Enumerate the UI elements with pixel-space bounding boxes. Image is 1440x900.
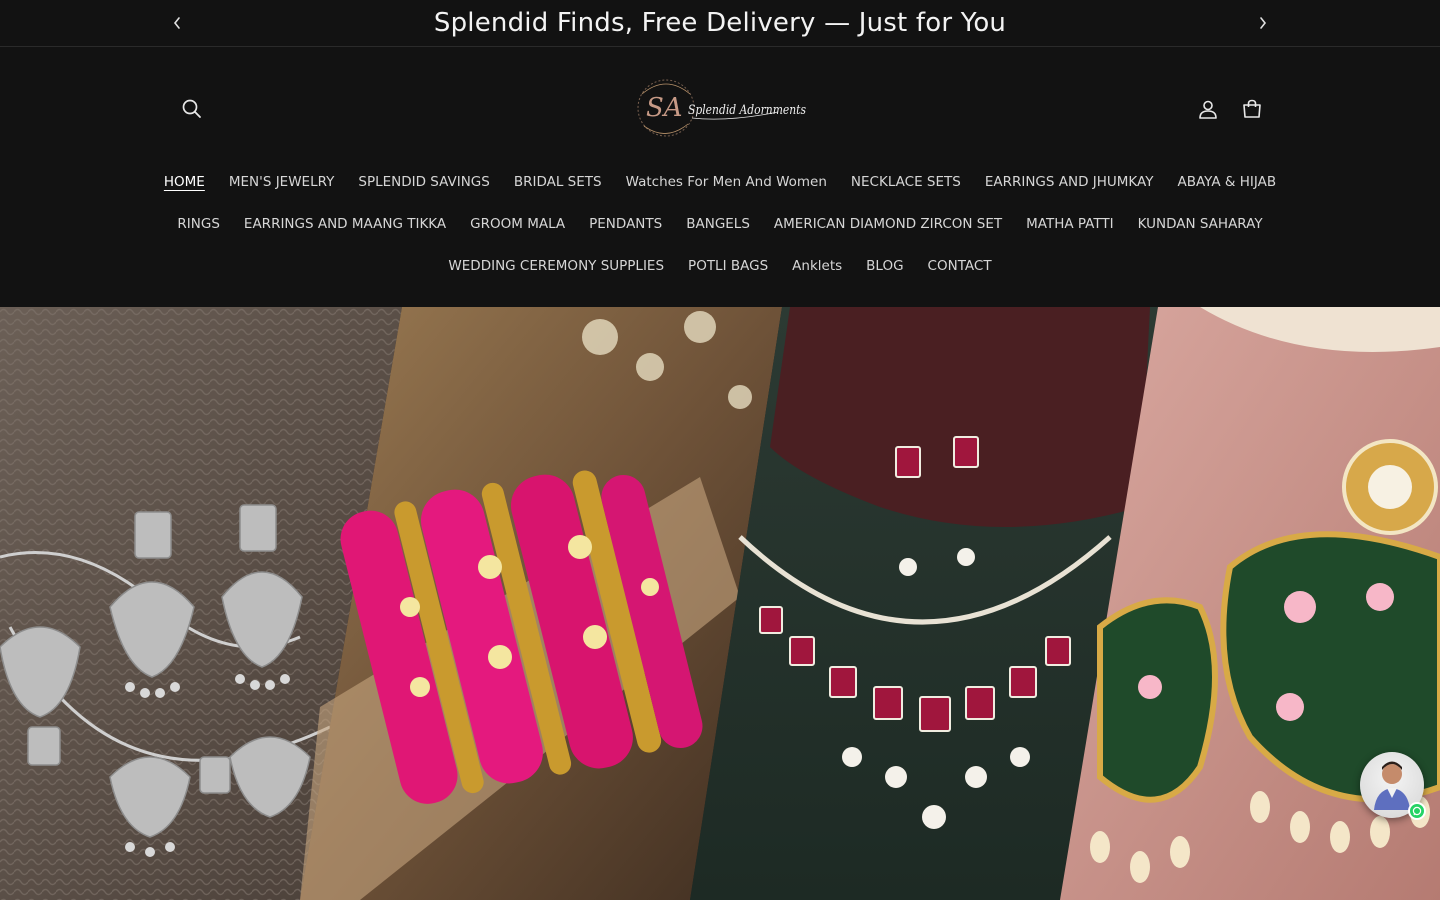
nav-item-splendid-savings[interactable]: SPLENDID SAVINGS	[346, 169, 501, 195]
nav-item-pendants[interactable]: PENDANTS	[577, 211, 674, 237]
announcement-bar: Splendid Finds, Free Delivery — Just for…	[0, 0, 1440, 47]
announcement-next-button[interactable]	[1252, 12, 1274, 34]
whatsapp-chat-button[interactable]	[1360, 752, 1426, 820]
nav-item-abaya-hijab[interactable]: ABAYA & HIJAB	[1166, 169, 1289, 195]
nav-item-matha-patti[interactable]: MATHA PATTI	[1014, 211, 1125, 237]
nav-item-earrings-jhumkay[interactable]: EARRINGS AND JHUMKAY	[973, 169, 1166, 195]
nav-item-mens-jewelry[interactable]: MEN'S JEWELRY	[217, 169, 347, 195]
nav-item-necklace-sets[interactable]: NECKLACE SETS	[839, 169, 973, 195]
logo-script: Splendid Adornments	[688, 103, 806, 118]
hero-banner[interactable]	[0, 307, 1440, 900]
main-nav-row-3: WEDDING CEREMONY SUPPLIES POTLI BAGS Ank…	[0, 253, 1440, 279]
nav-item-kundan-saharay[interactable]: KUNDAN SAHARAY	[1126, 211, 1275, 237]
announcement-prev-button[interactable]	[166, 12, 188, 34]
nav-item-anklets[interactable]: Anklets	[780, 253, 854, 279]
chevron-right-icon	[1260, 17, 1267, 29]
cart-button[interactable]	[1232, 89, 1272, 129]
nav-item-bridal-sets[interactable]: BRIDAL SETS	[502, 169, 614, 195]
search-button[interactable]	[172, 89, 212, 129]
chevron-left-icon	[173, 17, 180, 29]
nav-item-wedding-supplies[interactable]: WEDDING CEREMONY SUPPLIES	[436, 253, 676, 279]
nav-item-bangels[interactable]: BANGELS	[674, 211, 762, 237]
nav-item-home[interactable]: HOME	[152, 169, 217, 195]
account-button[interactable]	[1188, 89, 1228, 129]
nav-item-blog[interactable]: BLOG	[854, 253, 915, 279]
search-icon	[182, 99, 201, 118]
logo-monogram: SA	[646, 93, 683, 123]
logo-mark: SA Splendid Adornments	[637, 79, 806, 137]
nav-item-earrings-maang-tikka[interactable]: EARRINGS AND MAANG TIKKA	[232, 211, 458, 237]
nav-item-watches[interactable]: Watches For Men And Women	[614, 169, 839, 195]
store-logo[interactable]: SA Splendid Adornments	[628, 72, 812, 144]
account-icon	[1199, 100, 1217, 119]
main-nav-row-2: RINGS EARRINGS AND MAANG TIKKA GROOM MAL…	[0, 211, 1440, 237]
nav-item-groom-mala[interactable]: GROOM MALA	[458, 211, 577, 237]
announcement-text: Splendid Finds, Free Delivery — Just for…	[433, 8, 1007, 38]
nav-item-rings[interactable]: RINGS	[165, 211, 232, 237]
nav-item-american-diamond[interactable]: AMERICAN DIAMOND ZIRCON SET	[762, 211, 1014, 237]
nav-item-potli-bags[interactable]: POTLI BAGS	[676, 253, 780, 279]
whatsapp-icon	[1408, 802, 1426, 820]
main-nav-row-1: HOME MEN'S JEWELRY SPLENDID SAVINGS BRID…	[0, 169, 1440, 195]
nav-item-contact[interactable]: CONTACT	[916, 253, 1004, 279]
cart-icon	[1243, 99, 1261, 118]
